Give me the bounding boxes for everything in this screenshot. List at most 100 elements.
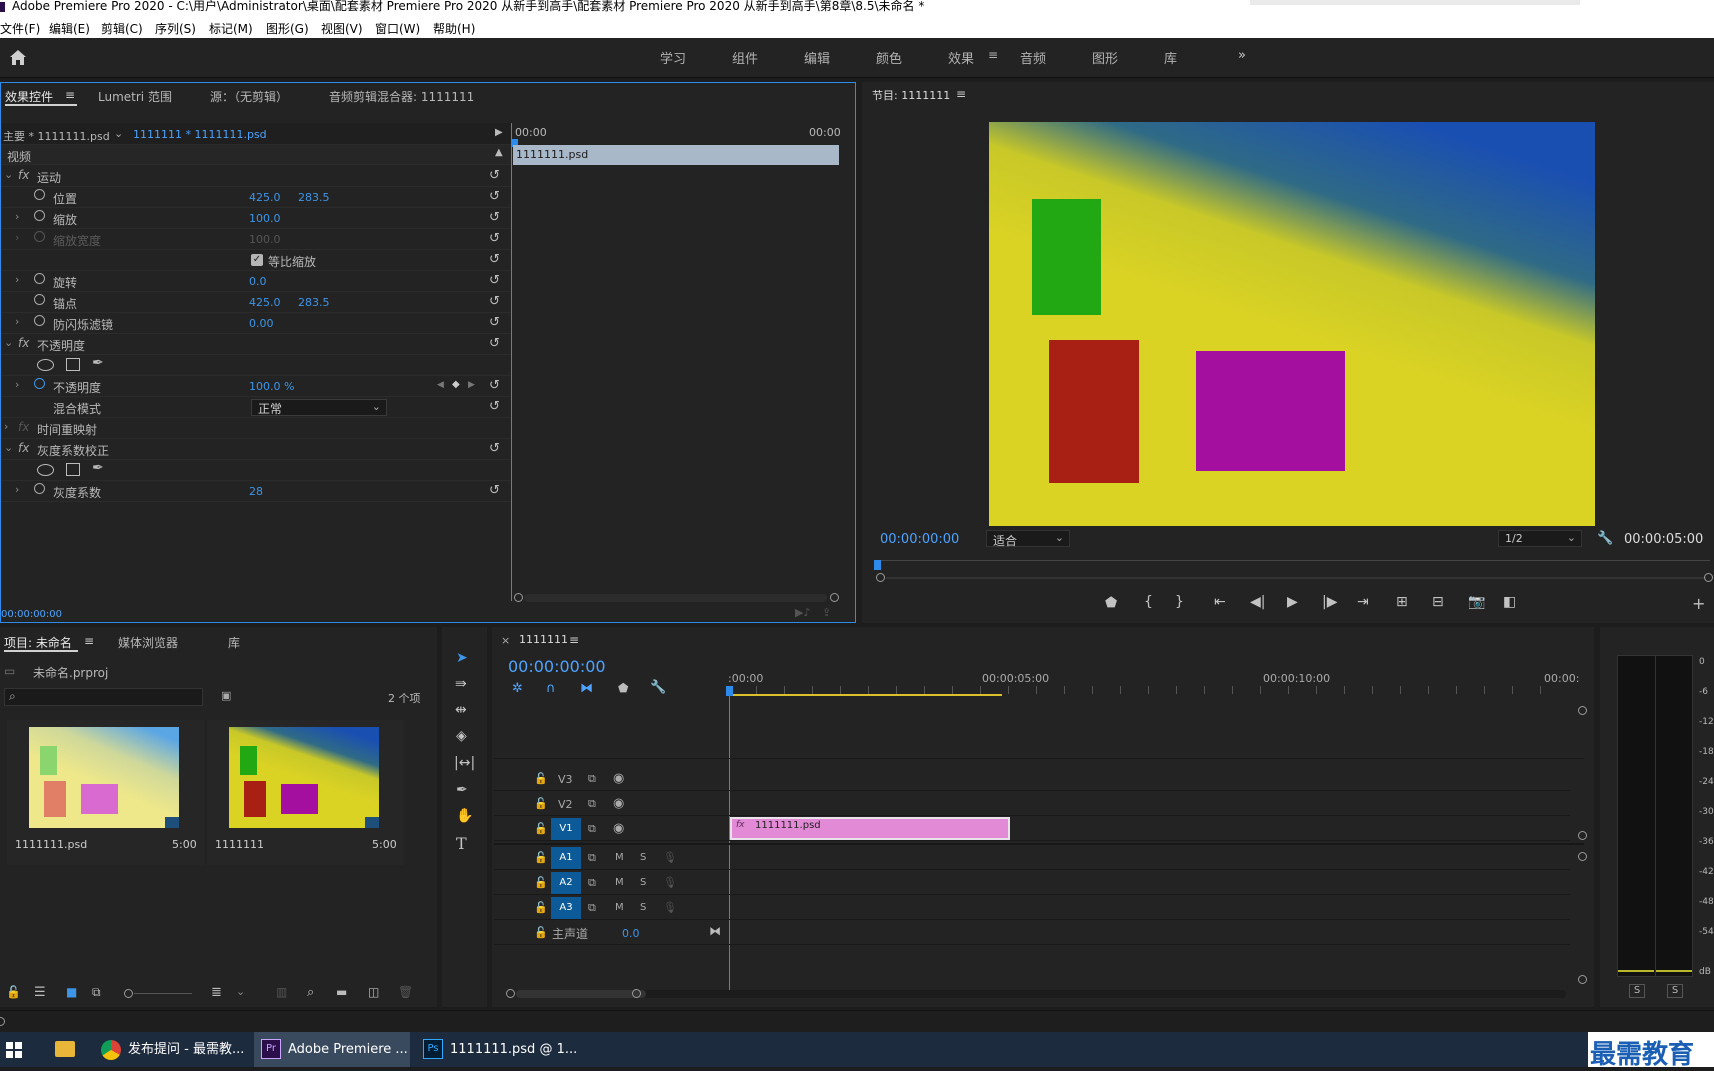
mute-button[interactable]: M: [615, 877, 624, 888]
reset-icon[interactable]: ↺: [489, 210, 500, 225]
zoom-slider-handle[interactable]: [124, 989, 133, 998]
chevron-right-icon[interactable]: ›: [15, 483, 19, 496]
menu-file[interactable]: 文件(F): [0, 20, 40, 37]
program-zoom-bar[interactable]: [886, 577, 1706, 579]
track-target-a3[interactable]: A3: [551, 897, 581, 919]
timeline-ruler-ticks[interactable]: [728, 686, 1568, 694]
anchor-x-value[interactable]: 425.0: [249, 296, 281, 309]
eye-icon[interactable]: ◉: [613, 821, 624, 836]
slip-tool-icon[interactable]: |↔|: [454, 755, 475, 771]
fx-icon[interactable]: fx: [18, 168, 29, 182]
h-scroll-handle-right[interactable]: [632, 989, 641, 998]
rectangle-mask-icon[interactable]: [66, 463, 80, 476]
workspace-menu-icon[interactable]: ≡: [988, 48, 998, 62]
solo-button[interactable]: S: [640, 902, 646, 913]
chevron-right-icon[interactable]: ›: [15, 315, 19, 328]
eye-icon[interactable]: ◉: [613, 796, 624, 811]
effect-gamma-correction[interactable]: ⌄ fx 灰度系数校正 ↺: [1, 439, 511, 460]
a-scroll-handle[interactable]: [1578, 852, 1587, 861]
lock-icon[interactable]: 🔓: [534, 851, 548, 864]
work-area-bar[interactable]: [728, 694, 1002, 696]
go-to-end-icon[interactable]: ⧓: [709, 924, 721, 938]
project-item[interactable]: 1111111 5:00: [207, 720, 404, 865]
mark-out-icon[interactable]: }: [1175, 594, 1184, 610]
workspace-editing[interactable]: 编辑: [804, 48, 830, 67]
v-scroll-handle[interactable]: [1578, 831, 1587, 840]
lock-icon[interactable]: 🔓: [534, 797, 548, 810]
program-ruler[interactable]: [880, 560, 1710, 561]
track-target-a1[interactable]: A1: [551, 847, 581, 869]
uniform-scale-checkbox[interactable]: ✓: [251, 254, 263, 266]
chevron-right-icon[interactable]: ›: [15, 210, 19, 223]
lock-icon[interactable]: 🔓: [534, 926, 548, 939]
snap-icon[interactable]: ∩: [546, 681, 556, 696]
sync-lock-icon[interactable]: ⧉: [588, 901, 596, 915]
ec-scroll-handle-right[interactable]: [830, 593, 839, 602]
windows-start-icon[interactable]: [6, 1042, 22, 1058]
timeline-playhead[interactable]: [726, 686, 733, 696]
resolution-select[interactable]: 1/2 ⌄: [1498, 530, 1582, 547]
new-bin-from-search-icon[interactable]: ▣: [221, 689, 231, 702]
workspace-learn[interactable]: 学习: [660, 48, 686, 67]
menu-graphics[interactable]: 图形(G): [266, 20, 309, 37]
pen-mask-icon[interactable]: ✒: [92, 460, 104, 476]
flicker-value[interactable]: 0.00: [249, 317, 274, 330]
microphone-icon[interactable]: 🎙: [663, 851, 677, 864]
timeline-menu-icon[interactable]: ≡: [569, 633, 579, 647]
track-select-tool-icon[interactable]: ⇛: [455, 676, 467, 692]
ec-scrollbar[interactable]: [524, 594, 827, 602]
chevron-down-icon[interactable]: ⌄: [4, 168, 13, 181]
microphone-icon[interactable]: 🎙: [663, 901, 677, 914]
track-label-v3[interactable]: V3: [558, 773, 573, 786]
position-y-value[interactable]: 283.5: [298, 191, 330, 204]
go-to-out-icon[interactable]: ⇥: [1357, 594, 1369, 610]
mute-button[interactable]: M: [615, 902, 624, 913]
program-timecode[interactable]: 00:00:00:00: [880, 532, 959, 547]
tab-effect-controls[interactable]: 效果控件: [5, 88, 53, 105]
type-tool-icon[interactable]: T: [456, 834, 467, 853]
workspace-assembly[interactable]: 组件: [732, 48, 758, 67]
chevron-right-icon[interactable]: ›: [15, 273, 19, 286]
menu-help[interactable]: 帮助(H): [433, 20, 475, 37]
stopwatch-icon[interactable]: [34, 315, 45, 326]
reset-icon[interactable]: ↺: [489, 378, 500, 393]
stopwatch-icon[interactable]: [34, 483, 45, 494]
menu-sequence[interactable]: 序列(S): [155, 20, 196, 37]
lock-icon[interactable]: 🔓: [6, 985, 21, 999]
workspace-effects[interactable]: 效果: [948, 48, 974, 67]
project-menu-icon[interactable]: ≡: [84, 634, 94, 648]
play-icon[interactable]: ▶: [1287, 594, 1298, 610]
program-monitor-title[interactable]: 节目: 1111111: [872, 87, 950, 103]
sync-lock-icon[interactable]: ⧉: [588, 876, 596, 890]
stopwatch-icon[interactable]: [34, 378, 45, 389]
reset-icon[interactable]: ↺: [489, 294, 500, 309]
tab-media-browser[interactable]: 媒体浏览器: [118, 634, 178, 651]
sort-icon[interactable]: ≣: [211, 985, 222, 1000]
reset-icon[interactable]: ↺: [489, 336, 500, 351]
prev-keyframe-icon[interactable]: ◀: [437, 380, 444, 390]
stopwatch-icon[interactable]: [34, 189, 45, 200]
pen-mask-icon[interactable]: ✒: [92, 355, 104, 371]
selection-tool-icon[interactable]: ➤: [456, 650, 468, 666]
program-playhead[interactable]: [874, 560, 881, 570]
reset-icon[interactable]: ↺: [489, 315, 500, 330]
pen-tool-icon[interactable]: ✒: [456, 782, 468, 798]
program-menu-icon[interactable]: ≡: [956, 87, 966, 101]
add-button-icon[interactable]: +: [1692, 594, 1705, 613]
automate-icon[interactable]: ▥: [276, 985, 287, 999]
icon-view-icon[interactable]: ■: [66, 985, 77, 999]
chevron-down-icon[interactable]: ⌄: [114, 127, 123, 140]
reset-icon[interactable]: ↺: [489, 399, 500, 414]
ec-clip-bar[interactable]: 1111111.psd: [513, 145, 839, 165]
ec-scroll-handle-left[interactable]: [514, 593, 523, 602]
add-marker-icon[interactable]: ⬟: [618, 681, 628, 695]
linked-selection-icon[interactable]: ⧓: [580, 681, 593, 696]
ripple-edit-tool-icon[interactable]: ⇹: [455, 702, 467, 718]
project-search-input[interactable]: ⌕: [4, 688, 203, 706]
taskbar-item-premiere[interactable]: Pr Adobe Premiere ...: [254, 1032, 410, 1067]
trash-icon[interactable]: 🗑: [398, 985, 413, 999]
h-scroll-handle-left[interactable]: [506, 989, 515, 998]
ellipse-mask-icon[interactable]: [37, 464, 54, 476]
reset-icon[interactable]: ↺: [489, 231, 500, 246]
opacity-value[interactable]: 100.0 %: [249, 380, 294, 393]
